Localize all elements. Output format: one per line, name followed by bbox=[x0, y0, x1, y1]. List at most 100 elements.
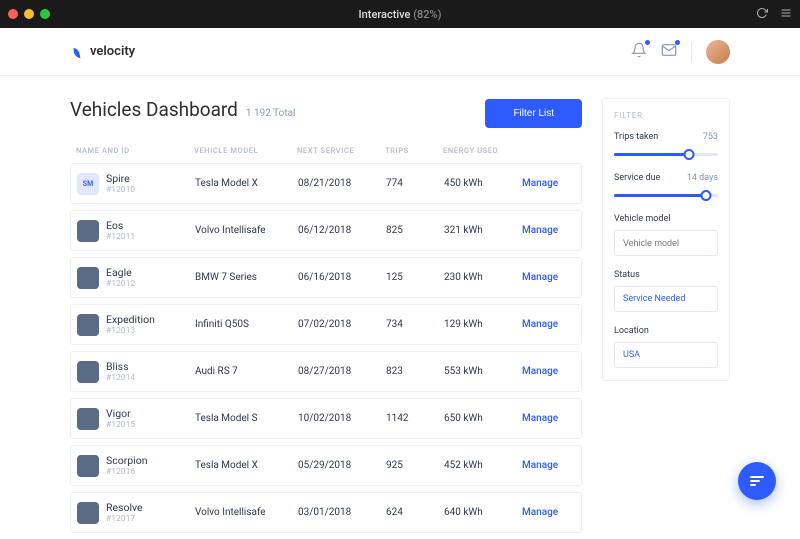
filter-trips: Trips taken 753 bbox=[614, 132, 718, 159]
vehicle-thumb bbox=[77, 267, 99, 289]
message-badge bbox=[675, 40, 680, 45]
trips: 823 bbox=[386, 366, 436, 377]
page-title: Vehicles Dashboard bbox=[70, 98, 238, 121]
notes-icon bbox=[750, 476, 764, 486]
vehicle-name: Spire bbox=[106, 172, 135, 185]
filter-location-label: Location bbox=[614, 326, 718, 336]
filter-service-label: Service due bbox=[614, 173, 660, 183]
vehicle-thumb bbox=[77, 408, 99, 430]
close-window-icon[interactable] bbox=[8, 9, 18, 19]
manage-link[interactable]: Manage bbox=[522, 178, 572, 189]
col-name: NAME AND ID bbox=[76, 146, 186, 155]
trips: 125 bbox=[386, 272, 436, 283]
titlebar: Interactive (82%) bbox=[0, 0, 800, 28]
col-trips: TRIPS bbox=[385, 146, 435, 155]
messages-button[interactable] bbox=[661, 42, 677, 62]
vehicle-model-input[interactable] bbox=[614, 230, 718, 256]
table-row: Vigor #12015 Tesla Model S 10/02/2018 11… bbox=[70, 398, 582, 439]
menu-icon[interactable] bbox=[780, 7, 792, 22]
filter-model-label: Vehicle model bbox=[614, 214, 718, 224]
trips: 734 bbox=[386, 319, 436, 330]
table-header: NAME AND ID VEHICLE MODEL NEXT SERVICE T… bbox=[70, 146, 582, 163]
filter-status: Status Service Needed bbox=[614, 270, 718, 312]
vehicle-name: Expedition bbox=[106, 313, 155, 326]
page-subtitle: 1 192 Total bbox=[246, 108, 296, 119]
zoom-window-icon[interactable] bbox=[40, 9, 50, 19]
energy-used: 450 kWh bbox=[444, 178, 514, 189]
table-row: SM Spire #12010 Tesla Model X 08/21/2018… bbox=[70, 163, 582, 204]
vehicle-thumb bbox=[77, 455, 99, 477]
trips: 624 bbox=[386, 507, 436, 518]
location-select[interactable]: USA bbox=[614, 342, 718, 368]
notification-badge bbox=[645, 40, 650, 45]
manage-link[interactable]: Manage bbox=[522, 225, 572, 236]
trips-slider[interactable] bbox=[614, 149, 718, 159]
manage-link[interactable]: Manage bbox=[522, 413, 572, 424]
leaf-icon bbox=[70, 45, 84, 59]
slider-knob[interactable] bbox=[700, 190, 711, 201]
refresh-icon[interactable] bbox=[756, 7, 768, 22]
vehicle-id: #12010 bbox=[106, 185, 135, 195]
vehicle-id: #12012 bbox=[106, 279, 135, 289]
vehicle-name: Eagle bbox=[106, 266, 135, 279]
next-service: 07/02/2018 bbox=[298, 319, 378, 330]
vehicle-id: #12011 bbox=[106, 232, 135, 242]
vehicle-name: Eos bbox=[106, 219, 135, 232]
filter-panel-title: FILTER bbox=[614, 111, 718, 120]
next-service: 10/02/2018 bbox=[298, 413, 378, 424]
vehicle-thumb bbox=[77, 314, 99, 336]
filter-status-label: Status bbox=[614, 270, 718, 280]
app-header: velocity bbox=[0, 28, 800, 76]
table-row: Eos #12011 Volvo Intellisafe 06/12/2018 … bbox=[70, 210, 582, 251]
notifications-button[interactable] bbox=[631, 42, 647, 62]
service-slider[interactable] bbox=[614, 190, 718, 200]
minimize-window-icon[interactable] bbox=[24, 9, 34, 19]
energy-used: 640 kWh bbox=[444, 507, 514, 518]
table-body: SM Spire #12010 Tesla Model X 08/21/2018… bbox=[70, 163, 582, 539]
vehicle-thumb bbox=[77, 502, 99, 524]
vehicle-thumb: SM bbox=[77, 173, 99, 195]
manage-link[interactable]: Manage bbox=[522, 460, 572, 471]
user-avatar[interactable] bbox=[706, 40, 730, 64]
table-row: Eagle #12012 BMW 7 Series 06/16/2018 125… bbox=[70, 257, 582, 298]
col-model: VEHICLE MODEL bbox=[194, 146, 289, 155]
manage-link[interactable]: Manage bbox=[522, 319, 572, 330]
vehicle-model: Tesla Model S bbox=[195, 413, 290, 424]
trips: 1142 bbox=[386, 413, 436, 424]
brand-logo[interactable]: velocity bbox=[70, 44, 135, 59]
energy-used: 321 kWh bbox=[444, 225, 514, 236]
brand-text: velocity bbox=[90, 44, 135, 59]
vehicle-thumb bbox=[77, 361, 99, 383]
vehicle-model: Tesla Model X bbox=[195, 178, 290, 189]
slider-knob[interactable] bbox=[683, 149, 694, 160]
manage-link[interactable]: Manage bbox=[522, 507, 572, 518]
filter-list-button[interactable]: Filter List bbox=[485, 99, 582, 128]
next-service: 08/27/2018 bbox=[298, 366, 378, 377]
filter-location: Location USA bbox=[614, 326, 718, 368]
vehicle-id: #12015 bbox=[106, 420, 135, 430]
vehicle-name: Scorpion bbox=[106, 454, 148, 467]
energy-used: 230 kWh bbox=[444, 272, 514, 283]
table-row: Scorpion #12016 Tesla Model X 05/29/2018… bbox=[70, 445, 582, 486]
next-service: 08/21/2018 bbox=[298, 178, 378, 189]
energy-used: 452 kWh bbox=[444, 460, 514, 471]
manage-link[interactable]: Manage bbox=[522, 366, 572, 377]
status-select[interactable]: Service Needed bbox=[614, 286, 718, 312]
filter-trips-label: Trips taken bbox=[614, 132, 658, 142]
col-energy: ENERGY USED bbox=[443, 146, 513, 155]
vehicle-name: Bliss bbox=[106, 360, 135, 373]
floating-action-button[interactable] bbox=[738, 462, 776, 500]
table-row: Expedition #12013 Infiniti Q50S 07/02/20… bbox=[70, 304, 582, 345]
trips: 825 bbox=[386, 225, 436, 236]
filter-model: Vehicle model bbox=[614, 214, 718, 256]
vehicle-model: BMW 7 Series bbox=[195, 272, 290, 283]
vehicle-model: Volvo Intellisafe bbox=[195, 225, 290, 236]
manage-link[interactable]: Manage bbox=[522, 272, 572, 283]
table-row: Resolve #12017 Volvo Intellisafe 03/01/2… bbox=[70, 492, 582, 533]
next-service: 03/01/2018 bbox=[298, 507, 378, 518]
next-service: 05/29/2018 bbox=[298, 460, 378, 471]
col-service: NEXT SERVICE bbox=[297, 146, 377, 155]
table-row: Bliss #12014 Audi RS 7 08/27/2018 823 55… bbox=[70, 351, 582, 392]
filter-service-value: 14 days bbox=[687, 173, 718, 183]
divider bbox=[691, 42, 692, 62]
